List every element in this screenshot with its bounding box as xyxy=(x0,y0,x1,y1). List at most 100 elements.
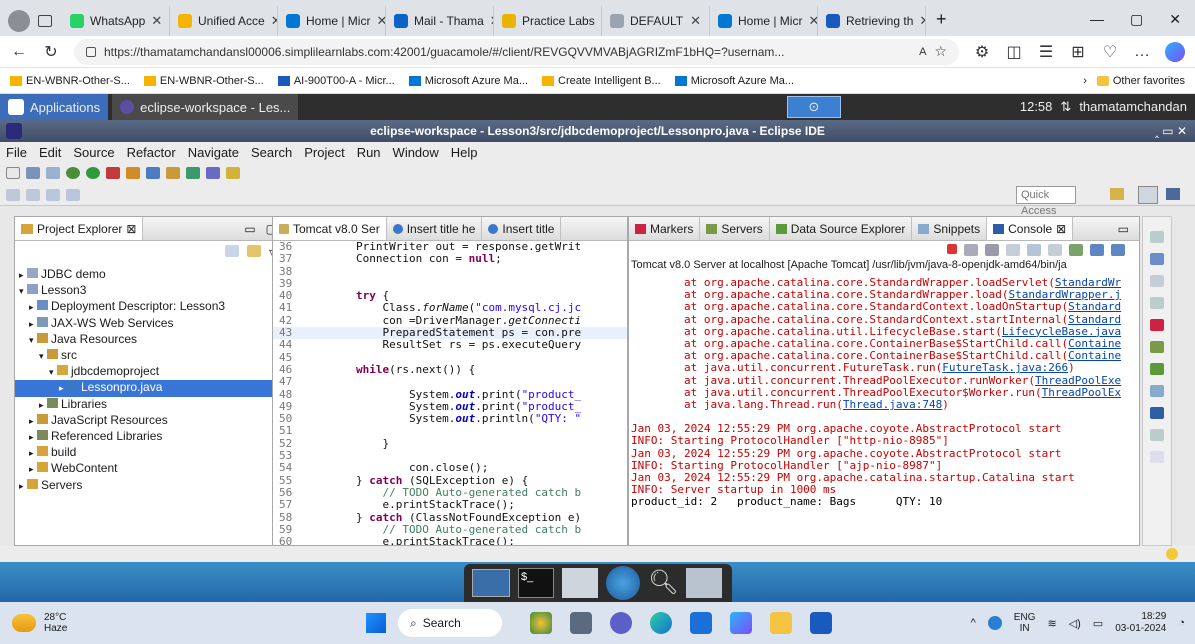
close-tab-icon[interactable]: ⊠ xyxy=(126,222,136,236)
servers-icon[interactable] xyxy=(1150,341,1164,353)
console-output[interactable]: at org.apache.catalina.core.StandardWrap… xyxy=(631,277,1137,545)
close-console-tab-icon[interactable]: ⊠ xyxy=(1056,222,1066,236)
display-console-icon[interactable] xyxy=(1090,244,1104,256)
snippets-icon[interactable] xyxy=(1150,385,1164,397)
browser-tab[interactable]: Unified Acce✕ xyxy=(170,6,278,36)
browser-tab[interactable]: Home | Micr✕ xyxy=(710,6,818,36)
show-hidden-icons[interactable]: ^ xyxy=(971,617,976,629)
debug-icon[interactable] xyxy=(66,167,80,179)
files-folder-icon[interactable] xyxy=(686,568,722,598)
menu-item[interactable]: Window xyxy=(393,145,439,160)
more-icon[interactable]: … xyxy=(1133,43,1151,61)
maximize-icon[interactable]: ▢ xyxy=(1130,11,1143,28)
teams-icon[interactable] xyxy=(610,612,632,634)
app-search-icon[interactable]: 🔍︎ xyxy=(648,568,678,598)
read-aloud-icon[interactable]: A xyxy=(919,46,926,58)
external-tools-icon[interactable] xyxy=(126,167,140,179)
favorite-item[interactable]: Microsoft Azure Ma... xyxy=(674,75,794,87)
expand-arrow-icon[interactable]: ▸ xyxy=(19,268,27,283)
tab-close-icon[interactable]: ✕ xyxy=(151,13,162,29)
terminal-icon[interactable]: $_ xyxy=(518,568,554,598)
stack-trace-link[interactable]: Containe xyxy=(1068,349,1121,362)
expand-arrow-icon[interactable]: ▸ xyxy=(29,462,37,477)
word-icon[interactable] xyxy=(810,612,832,634)
code-editor[interactable]: 36 PrintWriter out = response.getWrit 37 … xyxy=(273,241,627,545)
tab-close-icon[interactable]: ✕ xyxy=(919,13,925,29)
eclipse-maximize-icon[interactable]: ▭ xyxy=(1162,124,1177,138)
new-icon[interactable] xyxy=(6,167,20,179)
guacamole-menu-icon[interactable]: ⊙ xyxy=(787,96,841,118)
expand-arrow-icon[interactable]: ▸ xyxy=(59,381,67,396)
file-explorer-icon[interactable] xyxy=(770,612,792,634)
expand-arrow-icon[interactable]: ▸ xyxy=(19,479,27,494)
profile-icon[interactable] xyxy=(8,10,30,32)
bottom-tab[interactable]: Markers xyxy=(629,217,701,240)
quick-access-field[interactable]: Quick Access xyxy=(1016,186,1076,217)
tree-item[interactable]: ▸ JavaScript Resources xyxy=(15,413,285,429)
show-desktop-icon[interactable] xyxy=(472,569,510,597)
expand-arrow-icon[interactable]: ▸ xyxy=(39,398,47,413)
terminate-icon[interactable] xyxy=(947,244,957,254)
menu-item[interactable]: Project xyxy=(304,145,344,160)
minimize-view-icon[interactable]: ▭ xyxy=(244,222,255,236)
collections-icon[interactable]: ⊞ xyxy=(1069,42,1087,62)
expand-arrow-icon[interactable]: ▸ xyxy=(29,414,37,429)
back-nav-icon[interactable] xyxy=(46,188,60,201)
restore-icon[interactable] xyxy=(1150,231,1164,243)
console-view-icon[interactable] xyxy=(1150,407,1164,419)
bottom-tab[interactable]: Servers xyxy=(700,217,770,240)
expand-arrow-icon[interactable]: ▾ xyxy=(39,349,47,364)
tree-item[interactable]: ▸ Referenced Libraries xyxy=(15,429,285,445)
favorite-item[interactable]: Microsoft Azure Ma... xyxy=(408,75,528,87)
menu-item[interactable]: Source xyxy=(73,145,114,160)
menu-item[interactable]: Refactor xyxy=(127,145,176,160)
menu-item[interactable]: Navigate xyxy=(188,145,239,160)
web-browser-icon[interactable] xyxy=(606,566,640,600)
stack-trace-link[interactable]: Standard xyxy=(1068,313,1121,326)
prev-annotation-icon[interactable] xyxy=(26,188,40,201)
volume-icon[interactable]: ◁) xyxy=(1069,617,1081,630)
wifi-icon[interactable]: ≋ xyxy=(1047,617,1056,630)
menu-item[interactable]: Search xyxy=(251,145,292,160)
browser-tab[interactable]: Home | Micr✕ xyxy=(278,6,386,36)
close-window-icon[interactable]: ✕ xyxy=(1169,11,1181,28)
split-screen-icon[interactable]: ◫ xyxy=(1005,42,1023,62)
refresh-icon[interactable]: ↻ xyxy=(42,42,60,62)
eclipse-minimize-icon[interactable]: ‸ xyxy=(1155,124,1159,138)
tab-close-icon[interactable]: ✕ xyxy=(271,13,277,29)
minimized-view-icon[interactable] xyxy=(1150,451,1164,463)
stack-trace-link[interactable]: LifecycleBase.java xyxy=(1002,325,1121,338)
tab-close-icon[interactable]: ✕ xyxy=(808,13,817,29)
store-icon[interactable] xyxy=(690,612,712,634)
stack-trace-link[interactable]: ThreadPoolExe xyxy=(1035,374,1121,387)
menu-item[interactable]: Help xyxy=(451,145,478,160)
editor-tab[interactable]: Insert title he xyxy=(387,217,483,240)
eclipse-close-icon[interactable]: ✕ xyxy=(1177,124,1187,138)
new-package-icon[interactable] xyxy=(166,167,180,179)
favorite-item[interactable]: EN-WBNR-Other-S... xyxy=(143,75,264,87)
remove-launch-icon[interactable] xyxy=(964,244,978,256)
favorite-item[interactable]: Create Intelligent B... xyxy=(542,75,661,87)
stack-trace-link[interactable]: Thread.java:748 xyxy=(843,398,942,411)
bottom-tab[interactable]: Console ⊠ xyxy=(987,217,1074,240)
data-source-icon[interactable] xyxy=(1150,363,1164,375)
tree-item[interactable]: ▸ JDBC demo xyxy=(15,267,285,283)
extensions-icon[interactable]: ⚙ xyxy=(973,42,991,62)
tree-item[interactable]: ▸ build xyxy=(15,445,285,461)
expand-arrow-icon[interactable]: ▸ xyxy=(29,300,37,315)
user-menu[interactable]: thamatamchandan xyxy=(1079,99,1187,115)
expand-arrow-icon[interactable]: ▾ xyxy=(29,333,37,348)
back-icon[interactable]: ← xyxy=(10,43,28,61)
tree-item[interactable]: ▸ Lessonpro.java xyxy=(15,380,285,397)
clear-console-icon[interactable] xyxy=(1006,244,1020,256)
new-tab-button[interactable]: + xyxy=(936,9,947,30)
taskbar-search[interactable]: ⌕ Search xyxy=(398,609,502,637)
expand-arrow-icon[interactable]: ▾ xyxy=(19,284,27,299)
task-view-icon[interactable] xyxy=(570,612,592,634)
home-folder-icon[interactable] xyxy=(562,568,598,598)
tree-item[interactable]: ▸ Deployment Descriptor: Lesson3 xyxy=(15,299,285,315)
other-favorites[interactable]: Other favorites xyxy=(1096,75,1185,87)
tab-actions-icon[interactable] xyxy=(38,15,52,27)
forward-nav-icon[interactable] xyxy=(66,188,80,201)
tree-item[interactable]: ▸ JAX-WS Web Services xyxy=(15,316,285,332)
